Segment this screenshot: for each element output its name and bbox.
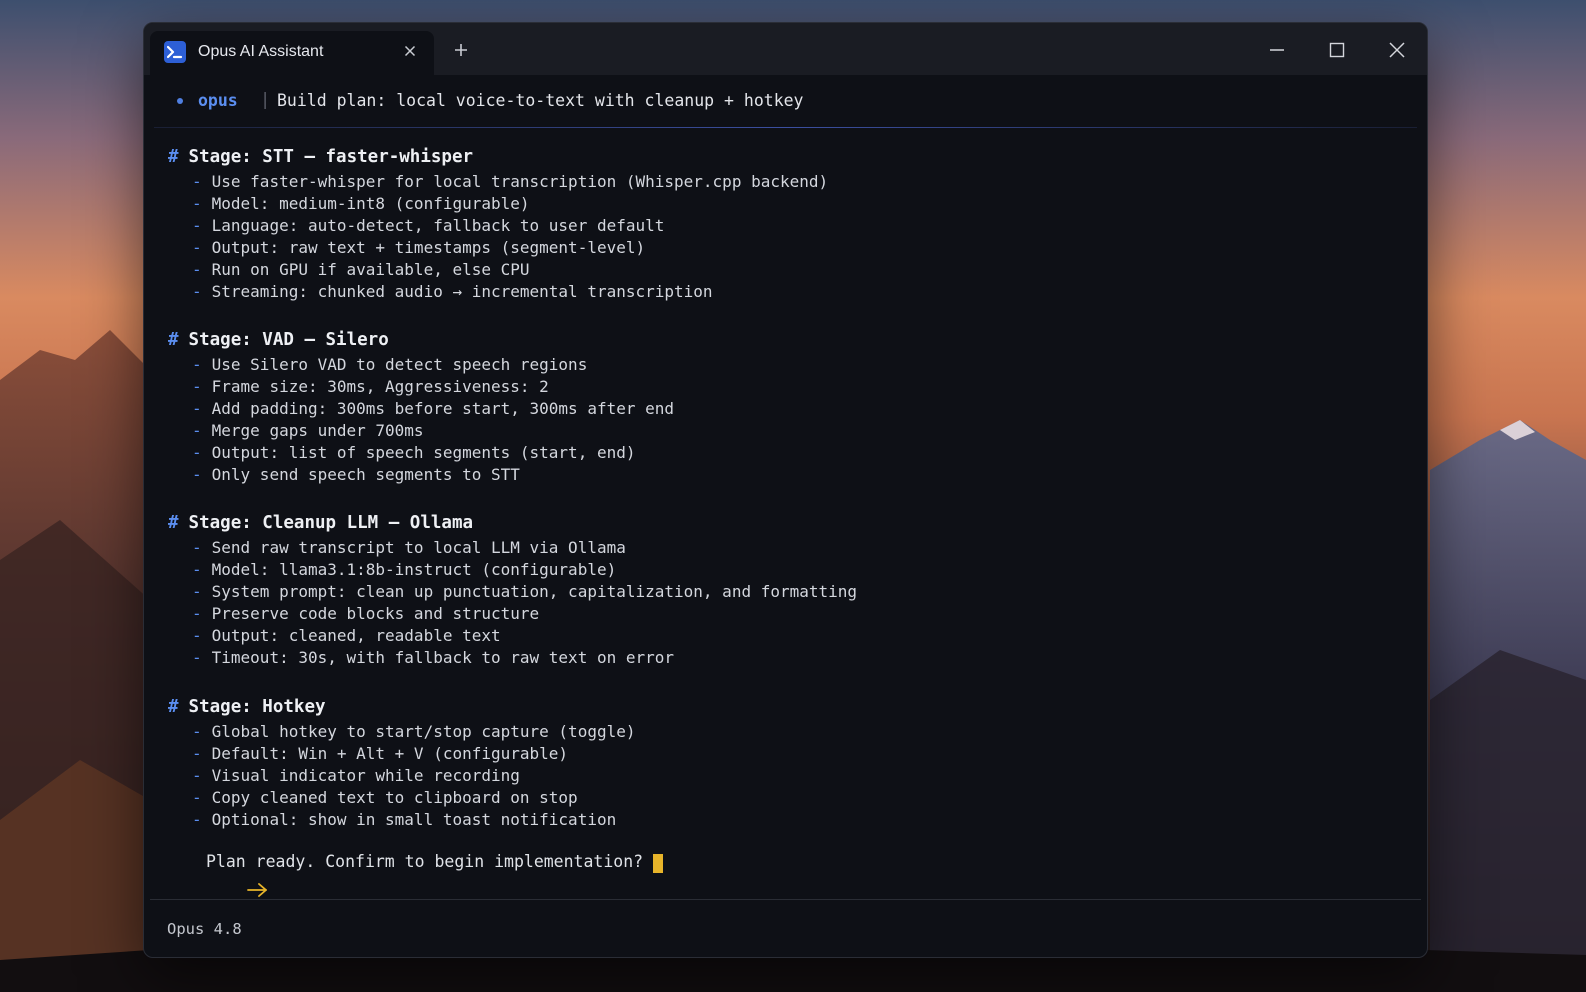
terminal-icon xyxy=(164,41,186,63)
section-heading: # Stage: STT — faster-whisper xyxy=(168,147,474,167)
tab-opus-ai-assistant[interactable]: Opus AI Assistant xyxy=(150,31,434,75)
list-item: - Visual indicator while recording xyxy=(192,766,520,785)
text-cursor xyxy=(653,854,663,873)
prompt-text: Plan ready. Confirm to begin implementat… xyxy=(206,852,644,871)
title-bar: Opus AI Assistant xyxy=(144,23,1427,75)
list-item: - Use faster-whisper for local transcript… xyxy=(192,172,829,191)
list-item: - Only send speech segments to STT xyxy=(192,465,520,484)
section-heading: # Stage: Hotkey xyxy=(168,697,326,717)
list-item: - Merge gaps under 700ms xyxy=(192,421,424,440)
section-vad: # Stage: VAD — Silero - Use Silero VAD to … xyxy=(168,326,674,486)
section-heading: # Stage: VAD — Silero xyxy=(168,330,389,350)
list-item: - Streaming: chunked audio → incremental … xyxy=(192,282,713,301)
list-item: - System prompt: clean up punctuation, ca… xyxy=(192,582,858,601)
list-item: - Use Silero VAD to detect speech regions xyxy=(192,355,588,374)
header-separator: | xyxy=(260,90,271,110)
status-dot xyxy=(177,98,183,104)
confirm-prompt[interactable]: Plan ready. Confirm to begin implementat… xyxy=(168,849,663,897)
maximize-icon[interactable] xyxy=(1322,35,1352,65)
list-item: - Output: list of speech segments (start,… xyxy=(192,443,636,462)
list-item: - Send raw transcript to local LLM via Ol… xyxy=(192,538,626,557)
section-heading: # Stage: Cleanup LLM — Ollama xyxy=(168,513,474,533)
list-item: - Output: cleaned, readable text xyxy=(192,626,501,645)
list-item: - Output: raw text + timestamps (segment-… xyxy=(192,238,646,257)
list-item: - Add padding: 300ms before start, 300ms … xyxy=(192,399,675,418)
list-item: - Frame size: 30ms, Aggressiveness: 2 xyxy=(192,377,549,396)
list-item: - Global hotkey to start/stop capture (to… xyxy=(192,722,636,741)
list-item: - Run on GPU if available, else CPU xyxy=(192,260,530,279)
list-item: - Model: medium-int8 (configurable) xyxy=(192,194,530,213)
close-icon[interactable] xyxy=(1382,35,1412,65)
list-item: - Timeout: 30s, with fallback to raw text… xyxy=(192,648,675,667)
list-item: - Language: auto-detect, fallback to user… xyxy=(192,216,665,235)
plus-icon[interactable] xyxy=(448,37,474,63)
close-icon[interactable] xyxy=(400,41,420,61)
footer-divider xyxy=(150,899,1421,900)
header-divider xyxy=(154,127,1417,128)
list-item: - Copy cleaned text to clipboard on stop xyxy=(192,788,578,807)
terminal-window: Opus AI Assistant opus | Build plan: loc… xyxy=(143,22,1428,958)
model-name: opus xyxy=(198,91,238,110)
section-cleanup-llm: # Stage: Cleanup LLM — Ollama - Send raw t… xyxy=(168,509,857,669)
model-version: Opus 4.8 xyxy=(167,920,242,938)
list-item: - Optional: show in small toast notificat… xyxy=(192,810,617,829)
tab-title: Opus AI Assistant xyxy=(198,43,324,60)
list-item: - Preserve code blocks and structure xyxy=(192,604,540,623)
section-stt: # Stage: STT — faster-whisper - Use faster… xyxy=(168,143,828,303)
minimize-icon[interactable] xyxy=(1262,35,1292,65)
section-hotkey: # Stage: Hotkey - Global hotkey to start/s… xyxy=(168,693,635,831)
session-header: opus | Build plan: local voice-to-text w… xyxy=(144,75,1427,127)
list-item: - Model: llama3.1:8b-instruct (configurab… xyxy=(192,560,617,579)
list-item: - Default: Win + Alt + V (configurable) xyxy=(192,744,569,763)
plan-title: Build plan: local voice-to-text with cle… xyxy=(277,91,804,110)
